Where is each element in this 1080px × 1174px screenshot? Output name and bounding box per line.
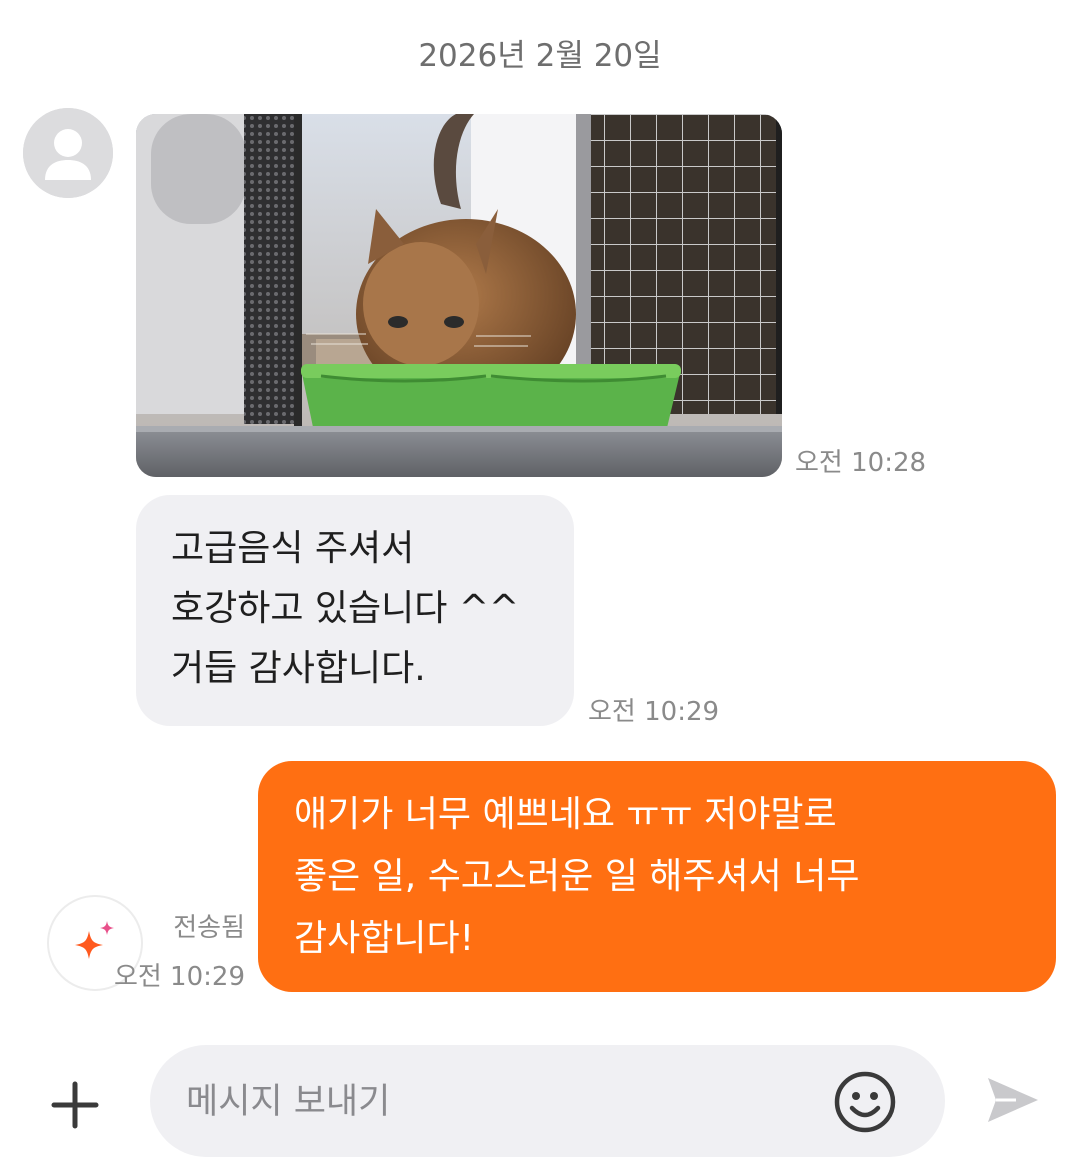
incoming-message-bubble[interactable]: 고급음식 주셔서 호강하고 있습니다 ^^ 거듭 감사합니다. (136, 495, 574, 726)
sent-status: 전송됨 (173, 913, 245, 943)
send-button[interactable] (982, 1070, 1042, 1130)
outgoing-message-line: 애기가 너무 예쁘네요 ㅠㅠ 저야말로 (294, 794, 837, 835)
outgoing-message-timestamp: 오전 10:29 (113, 962, 245, 992)
person-icon (23, 108, 113, 198)
emoji-icon (834, 1071, 896, 1133)
cat-photo (136, 114, 782, 477)
outgoing-message-bubble[interactable]: 애기가 너무 예쁘네요 ㅠㅠ 저야말로 좋은 일, 수고스러운 일 해주셔서 너… (258, 761, 1056, 992)
incoming-message-line: 호강하고 있습니다 ^^ (171, 588, 520, 629)
outgoing-message-line: 좋은 일, 수고스러운 일 해주셔서 너무 (294, 856, 860, 897)
send-icon (988, 1078, 1038, 1122)
sender-avatar[interactable] (23, 108, 113, 198)
cat-photo-message[interactable] (136, 114, 782, 477)
date-separator: 2026년 2월 20일 (418, 38, 662, 74)
attach-button[interactable] (48, 1078, 102, 1132)
incoming-message-line: 고급음식 주셔서 (171, 528, 415, 569)
message-input[interactable] (184, 1045, 838, 1159)
emoji-button[interactable] (833, 1070, 897, 1134)
photo-timestamp: 오전 10:28 (795, 448, 927, 478)
message-composer (150, 1045, 945, 1159)
plus-icon (51, 1081, 99, 1129)
incoming-message-timestamp: 오전 10:29 (588, 697, 720, 727)
outgoing-message-line: 감사합니다! (294, 918, 475, 959)
incoming-message-line: 거듭 감사합니다. (171, 648, 426, 689)
